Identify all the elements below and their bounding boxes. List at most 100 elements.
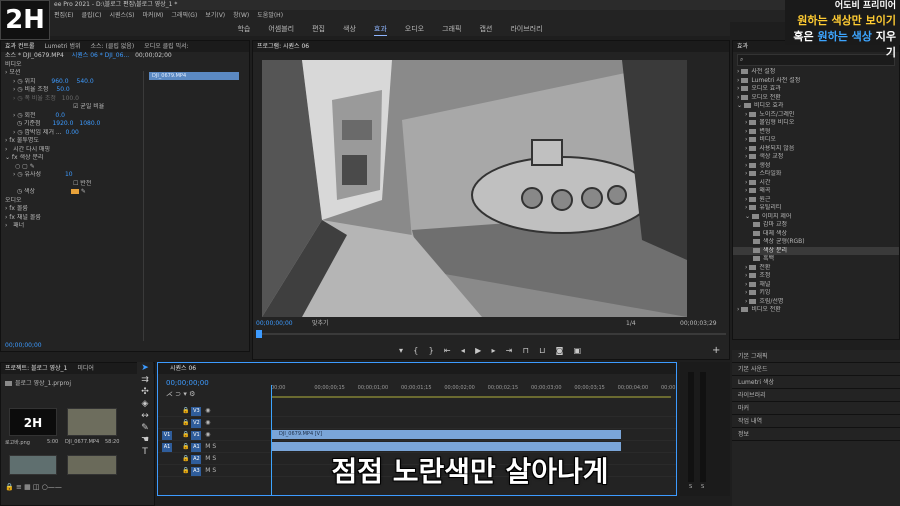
- ec-volume[interactable]: › fx 볼륨: [5, 205, 141, 214]
- timeline-clip-video[interactable]: DJI_0679.MP4 [V]: [271, 430, 621, 439]
- timeline-clip-audio[interactable]: [271, 442, 621, 451]
- effects-tree-item[interactable]: › 오디오 효과: [733, 85, 899, 94]
- program-video-frame[interactable]: [262, 60, 687, 317]
- panel-header[interactable]: 작업 내역: [732, 415, 900, 428]
- workspace-tab[interactable]: 라이브러리: [510, 22, 542, 36]
- ec-opacity[interactable]: › fx 불투명도: [5, 137, 141, 146]
- work-area-bar[interactable]: [271, 396, 671, 398]
- ec-motion[interactable]: › 모션: [5, 69, 141, 78]
- ec-invert[interactable]: ☐ 반전: [5, 180, 141, 189]
- menu-item[interactable]: 편집(E): [54, 12, 74, 19]
- project-tab[interactable]: 프로젝트: 블로그 영상_1: [5, 365, 67, 372]
- effects-tree-item[interactable]: › 채널: [733, 281, 899, 290]
- effects-tree-item[interactable]: › 조정: [733, 272, 899, 281]
- track-name[interactable]: A2: [191, 455, 202, 464]
- track-name[interactable]: V2: [191, 419, 202, 428]
- track-select-icon[interactable]: ⇉: [137, 374, 153, 386]
- track-name[interactable]: A3: [191, 467, 202, 476]
- effects-tree-item[interactable]: › 사전 설정: [733, 68, 899, 77]
- effects-tree-item[interactable]: › 시간: [733, 179, 899, 188]
- effects-tree-item[interactable]: › 변형: [733, 128, 899, 137]
- track-name[interactable]: A1: [191, 443, 202, 452]
- workspace-tab[interactable]: 편집: [312, 22, 325, 36]
- snap-icon[interactable]: ⋌: [166, 390, 173, 398]
- effects-tree-item[interactable]: › 흐림/선명: [733, 298, 899, 307]
- ec-timecode[interactable]: 00;00;00;00: [1, 341, 251, 351]
- mute-solo-icon[interactable]: M S: [203, 443, 216, 450]
- ec-mask-tools[interactable]: ○ ▢ ✎: [5, 163, 141, 172]
- ec-tab[interactable]: 소스: (클립 없음): [91, 43, 135, 50]
- effects-tree-item[interactable]: ⌄ 비디오 효과: [733, 102, 899, 111]
- project-thumb-video[interactable]: [67, 408, 117, 436]
- ec-channel-volume[interactable]: › fx 채널 볼륨: [5, 214, 141, 223]
- step-forward-icon[interactable]: ▸: [491, 346, 495, 355]
- panel-header[interactable]: 정보: [732, 428, 900, 441]
- ec-scale-value[interactable]: 50.0: [56, 86, 69, 93]
- mark-out-icon[interactable]: }: [429, 346, 434, 355]
- timeline-timecode[interactable]: 00;00;00;00: [166, 379, 209, 387]
- ec-anchor-y[interactable]: 1080.0: [79, 120, 100, 127]
- panel-header[interactable]: 기본 사운드: [732, 363, 900, 376]
- ec-tab[interactable]: 오디오 클립 믹서:: [144, 43, 188, 50]
- workspace-tab[interactable]: 그래픽: [442, 22, 461, 36]
- freeform-view-icon[interactable]: ◫: [33, 483, 40, 491]
- effects-tree-item[interactable]: › 노이즈/그레인: [733, 111, 899, 120]
- eyedropper-icon[interactable]: ✎: [81, 188, 86, 195]
- step-back-icon[interactable]: ◂: [461, 346, 465, 355]
- effects-tree-item[interactable]: 색상 균형(RGB): [733, 238, 899, 247]
- ec-color-swatch[interactable]: [70, 189, 79, 194]
- mark-in-icon[interactable]: {: [413, 346, 418, 355]
- ec-tab[interactable]: Lumetri 범위: [45, 43, 81, 50]
- project-thumb-4[interactable]: [67, 455, 117, 475]
- effects-tree-item[interactable]: › 전환: [733, 264, 899, 273]
- lock-icon[interactable]: 🔒: [5, 483, 14, 491]
- lift-icon[interactable]: ⊓: [523, 346, 529, 355]
- ec-clip-bar[interactable]: DJI_0679.MP4: [149, 72, 239, 80]
- tab-effects[interactable]: 효과: [737, 43, 748, 50]
- effects-tree-item[interactable]: › 유틸리티: [733, 204, 899, 213]
- marker-add-icon[interactable]: ▾: [183, 390, 187, 398]
- meter-solo-right[interactable]: S: [701, 484, 704, 490]
- track-name[interactable]: V3: [191, 407, 202, 416]
- track-lock-icon[interactable]: 🔒: [182, 419, 191, 426]
- tab-sequence[interactable]: 시퀀스 06: [170, 365, 196, 372]
- effects-tree-item[interactable]: › Lumetri 사전 설정: [733, 77, 899, 86]
- menu-item[interactable]: 시퀀스(S): [109, 12, 134, 19]
- effects-tree-item[interactable]: › 비디오 전환: [733, 306, 899, 315]
- track-lock-icon[interactable]: 🔒: [182, 431, 191, 438]
- ec-sequence-label[interactable]: 시퀀스 06 * DJI_06...: [72, 52, 129, 59]
- track-lock-icon[interactable]: 🔒: [182, 407, 191, 414]
- program-scrubber[interactable]: [256, 333, 726, 335]
- go-to-in-icon[interactable]: ⇤: [444, 346, 451, 355]
- menu-item[interactable]: 도움말(H): [257, 12, 283, 19]
- timeline-playhead[interactable]: [271, 385, 272, 495]
- effects-tree-item[interactable]: 감마 교정: [733, 221, 899, 230]
- mute-solo-icon[interactable]: M S: [203, 455, 216, 462]
- track-lock-icon[interactable]: 🔒: [182, 467, 191, 474]
- panel-header[interactable]: 라이브러리: [732, 389, 900, 402]
- export-frame-icon[interactable]: ◙: [556, 346, 564, 355]
- list-view-icon[interactable]: ≡: [16, 483, 22, 491]
- ec-tab[interactable]: 효과 컨트롤: [5, 43, 35, 50]
- ec-source-label[interactable]: 소스 * DJI_0679.MP4: [5, 52, 64, 59]
- eye-icon[interactable]: ◉: [203, 431, 210, 438]
- effects-tree-item[interactable]: 대체 색상: [733, 230, 899, 239]
- effects-tree-item[interactable]: 흑백: [733, 255, 899, 264]
- panel-header[interactable]: 마커: [732, 402, 900, 415]
- effects-tree-item[interactable]: › 생성: [733, 162, 899, 171]
- ec-time-remap[interactable]: › 시간 다시 매핑: [5, 146, 141, 155]
- razor-icon[interactable]: ◈: [137, 398, 153, 410]
- zoom-slider[interactable]: ○——: [42, 483, 62, 491]
- track-lock-icon[interactable]: 🔒: [182, 455, 191, 462]
- panel-header[interactable]: Lumetri 색상: [732, 376, 900, 389]
- extract-icon[interactable]: ⊔: [539, 346, 545, 355]
- selection-tool-icon[interactable]: ➤: [137, 362, 153, 374]
- ec-similarity-value[interactable]: 10: [65, 171, 73, 178]
- ec-panner[interactable]: › 패너: [5, 222, 141, 231]
- ec-anchor-x[interactable]: 1920.0: [52, 120, 73, 127]
- effects-tree-item[interactable]: › 스타일화: [733, 170, 899, 179]
- workspace-tab[interactable]: 캡션: [479, 22, 492, 36]
- effects-tree-item[interactable]: 색상 분리: [733, 246, 899, 255]
- program-timecode[interactable]: 00;00;00;00: [256, 320, 293, 327]
- menu-item[interactable]: 그래픽(G): [171, 12, 197, 19]
